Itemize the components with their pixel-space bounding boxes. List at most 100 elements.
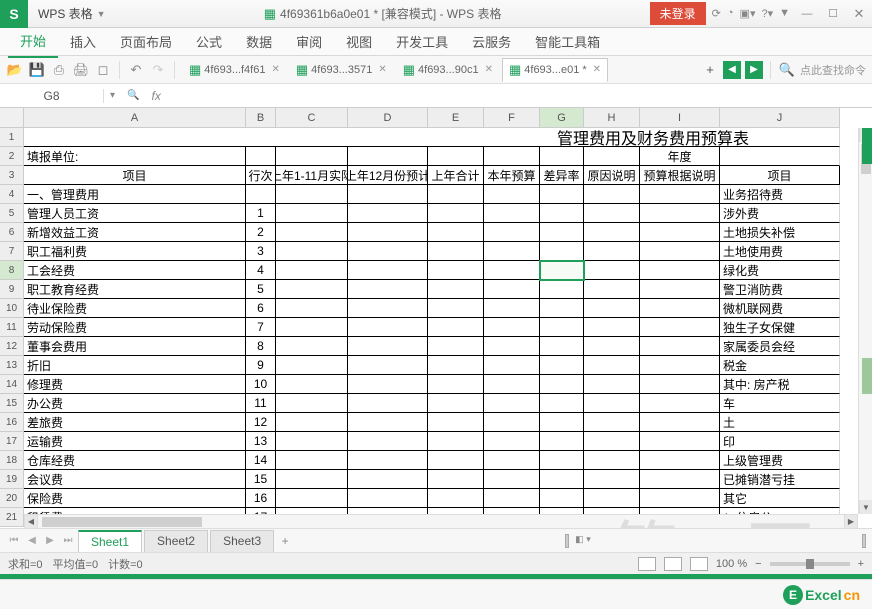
menu-页面布局[interactable]: 页面布局 [108, 26, 184, 57]
item-name[interactable]: 仓库经费 [24, 451, 246, 470]
row-num[interactable]: 14 [246, 451, 276, 470]
cell[interactable] [584, 375, 640, 394]
item-name-right[interactable]: 土地损失补偿 [720, 223, 840, 242]
login-button[interactable]: 未登录 [650, 2, 706, 25]
col-header-J[interactable]: J [720, 108, 840, 128]
cell[interactable] [348, 356, 428, 375]
cell[interactable] [348, 375, 428, 394]
row-num[interactable]: 2 [246, 223, 276, 242]
cell[interactable] [276, 280, 348, 299]
item-name[interactable]: 一、管理费用 [24, 185, 246, 204]
cell[interactable] [540, 489, 584, 508]
add-sheet-button[interactable]: + [276, 532, 294, 550]
item-name-right[interactable]: 警卫消防费 [720, 280, 840, 299]
zoom-slider[interactable] [770, 562, 850, 566]
close-tab-icon[interactable]: ✕ [271, 64, 279, 75]
spreadsheet-grid[interactable]: ABCDEFGHIJ 12345678910111213141516171819… [0, 108, 872, 528]
cell[interactable] [540, 394, 584, 413]
cell[interactable] [484, 337, 540, 356]
cell[interactable] [428, 470, 484, 489]
col-header-B[interactable]: B [246, 108, 276, 128]
new-tab-icon[interactable]: + [701, 61, 719, 79]
col-header-C[interactable]: C [276, 108, 348, 128]
row-header-13[interactable]: 13 [0, 356, 24, 375]
cell[interactable] [484, 489, 540, 508]
close-tab-icon[interactable]: ✕ [593, 64, 601, 75]
item-name[interactable]: 劳动保险费 [24, 318, 246, 337]
reporting-unit[interactable]: 填报单位: [24, 147, 246, 166]
cell[interactable] [276, 394, 348, 413]
scroll-left-button[interactable]: ◀ [24, 515, 38, 529]
nav-left-button[interactable]: ◀ [723, 61, 741, 79]
cell[interactable] [428, 242, 484, 261]
save-icon[interactable]: 💾 [28, 61, 46, 79]
maximize-button[interactable]: ☐ [820, 0, 846, 28]
item-name-right[interactable]: 土地使用费 [720, 242, 840, 261]
doc-tab[interactable]: ▦4f693...f4f61✕ [182, 58, 287, 82]
print-icon[interactable]: 🖨 [72, 61, 90, 79]
row-num[interactable]: 7 [246, 318, 276, 337]
item-name[interactable]: 差旅费 [24, 413, 246, 432]
title-cell[interactable]: 管理费用及财务费用预算表 [24, 128, 840, 147]
cell[interactable] [276, 242, 348, 261]
item-name[interactable]: 职工教育经费 [24, 280, 246, 299]
cell[interactable] [276, 185, 348, 204]
sheet-prev-icon[interactable]: ◀ [24, 535, 40, 546]
row-num[interactable]: 15 [246, 470, 276, 489]
item-name-right[interactable]: 税金 [720, 356, 840, 375]
cell[interactable] [584, 337, 640, 356]
menu-开发工具[interactable]: 开发工具 [384, 26, 460, 57]
row-num[interactable]: 9 [246, 356, 276, 375]
cell[interactable] [428, 223, 484, 242]
row-num[interactable]: 3 [246, 242, 276, 261]
cell[interactable] [484, 375, 540, 394]
cell[interactable] [428, 432, 484, 451]
cell[interactable] [276, 356, 348, 375]
item-name-right[interactable]: 土 [720, 413, 840, 432]
cell[interactable] [348, 223, 428, 242]
row-header-15[interactable]: 15 [0, 394, 24, 413]
header-b[interactable]: 行次 [246, 166, 276, 185]
cell[interactable] [484, 356, 540, 375]
item-name-right[interactable]: 家属委员会经 [720, 337, 840, 356]
help-icon[interactable]: ?▾ [761, 7, 773, 20]
cloud-icon[interactable]: ◔ [727, 7, 734, 20]
cell[interactable] [348, 261, 428, 280]
cell[interactable] [640, 356, 720, 375]
row-num[interactable]: 11 [246, 394, 276, 413]
menu-插入[interactable]: 插入 [58, 26, 108, 57]
col-header-D[interactable]: D [348, 108, 428, 128]
row-header-8[interactable]: 8 [0, 261, 24, 280]
cell[interactable] [276, 261, 348, 280]
item-name[interactable]: 工会经费 [24, 261, 246, 280]
cell[interactable] [584, 204, 640, 223]
cell[interactable] [428, 147, 484, 166]
cell[interactable] [276, 375, 348, 394]
split-handle[interactable] [565, 534, 569, 548]
tray-icon[interactable]: ◧ ▾ [575, 534, 591, 548]
cell[interactable] [540, 280, 584, 299]
cell[interactable] [640, 299, 720, 318]
cell[interactable] [484, 432, 540, 451]
row-header-3[interactable]: 3 [0, 166, 24, 185]
cell[interactable] [640, 204, 720, 223]
cell[interactable] [348, 204, 428, 223]
row-header-18[interactable]: 18 [0, 451, 24, 470]
cell[interactable] [640, 489, 720, 508]
item-name[interactable]: 董事会费用 [24, 337, 246, 356]
col-header-H[interactable]: H [584, 108, 640, 128]
cell[interactable] [584, 432, 640, 451]
header-h[interactable]: 原因说明 [584, 166, 640, 185]
menu-视图[interactable]: 视图 [334, 26, 384, 57]
cell[interactable] [540, 185, 584, 204]
menu-智能工具箱[interactable]: 智能工具箱 [523, 26, 612, 57]
cell[interactable] [348, 337, 428, 356]
vertical-scrollbar[interactable]: ▲ ▼ [858, 128, 872, 514]
col-header-E[interactable]: E [428, 108, 484, 128]
cell[interactable] [276, 204, 348, 223]
cell[interactable] [584, 280, 640, 299]
cell[interactable] [640, 375, 720, 394]
item-name[interactable]: 保险费 [24, 489, 246, 508]
menu-开始[interactable]: 开始 [8, 25, 58, 58]
cell[interactable] [276, 318, 348, 337]
